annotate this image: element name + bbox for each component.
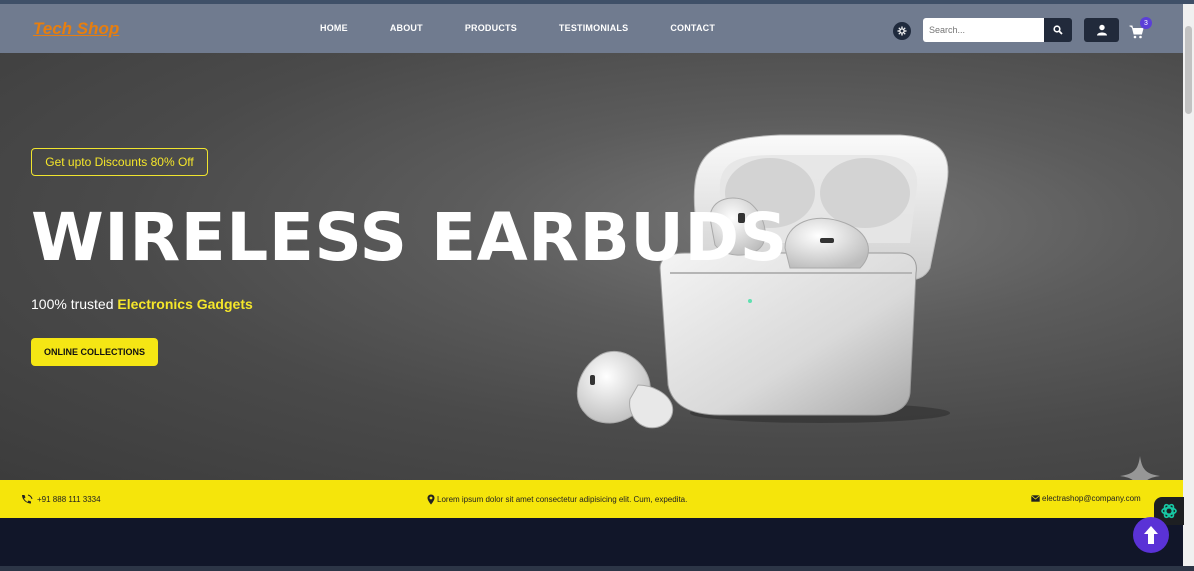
hero-title: WIRELESS EARBUDS [31, 199, 788, 276]
user-account-button[interactable] [1084, 18, 1119, 42]
contact-address: Lorem ipsum dolor sit amet consectetur a… [427, 494, 687, 505]
envelope-icon [1031, 495, 1040, 502]
online-collections-button[interactable]: ONLINE COLLECTIONS [31, 338, 158, 366]
nav-testimonials[interactable]: TESTIMONIALS [559, 23, 628, 33]
nav-products[interactable]: PRODUCTS [465, 23, 517, 33]
user-icon [1096, 24, 1107, 36]
sparkle-decoration-icon [1120, 456, 1160, 480]
earbuds-case-image [576, 134, 950, 429]
nav-about[interactable]: ABOUT [390, 23, 423, 33]
contact-phone-text[interactable]: +91 888 111 3334 [37, 495, 101, 504]
search-icon [1053, 25, 1063, 35]
page-scrollbar[interactable] [1183, 4, 1194, 566]
cart-count-badge: 3 [1140, 17, 1152, 29]
scroll-to-top-button[interactable] [1133, 517, 1169, 553]
theme-toggle-button[interactable] [893, 22, 911, 40]
nav-contact[interactable]: CONTACT [670, 23, 715, 33]
contact-phone: +91 888 111 3334 [21, 494, 101, 504]
contact-address-text: Lorem ipsum dolor sit amet consectetur a… [437, 495, 688, 504]
contact-email-text[interactable]: electrashop@company.com [1042, 494, 1141, 503]
openai-icon [1161, 503, 1177, 519]
contact-email: electrashop@company.com [1031, 494, 1141, 503]
footer-section [0, 518, 1183, 566]
gear-icon [897, 26, 907, 36]
location-pin-icon [427, 494, 435, 505]
nav-links: HOME ABOUT PRODUCTS TESTIMONIALS CONTACT [320, 23, 757, 33]
hero-banner: Get upto Discounts 80% Off WIRELESS EARB… [0, 53, 1183, 480]
hero-subtitle-plain: 100% trusted [31, 296, 118, 312]
brand-logo[interactable]: Tech Shop [33, 19, 119, 39]
search-input[interactable] [923, 18, 1044, 42]
arrow-up-icon [1144, 526, 1158, 544]
window-bottom-edge [0, 566, 1194, 571]
phone-icon [22, 494, 33, 504]
search-button[interactable] [1044, 18, 1072, 42]
scrollbar-thumb[interactable] [1185, 26, 1192, 114]
nav-home[interactable]: HOME [320, 23, 348, 33]
contact-info-strip: +91 888 111 3334 Lorem ipsum dolor sit a… [0, 480, 1183, 518]
hero-subtitle-highlight: Electronics Gadgets [117, 296, 253, 312]
navbar: Tech Shop HOME ABOUT PRODUCTS TESTIMONIA… [0, 4, 1183, 53]
discount-badge: Get upto Discounts 80% Off [31, 148, 208, 176]
hero-subtitle: 100% trusted Electronics Gadgets [31, 296, 253, 312]
